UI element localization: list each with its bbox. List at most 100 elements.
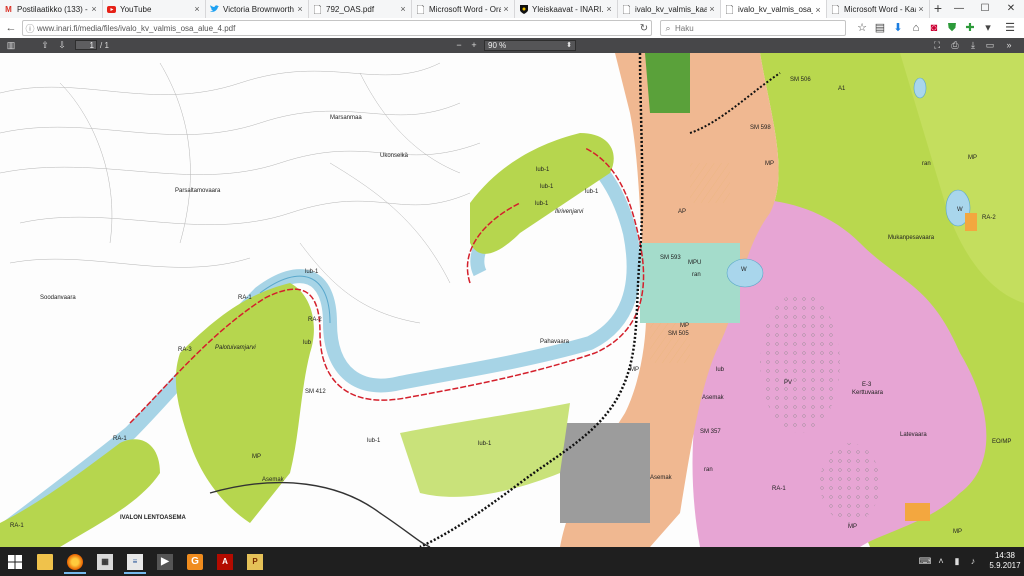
reload-button[interactable]: ↻	[637, 23, 651, 34]
close-tab-icon[interactable]: ×	[398, 4, 408, 14]
svg-text:ran: ran	[692, 272, 701, 278]
taskbar-app-g[interactable]: G	[180, 549, 210, 574]
svg-text:MP: MP	[630, 367, 639, 373]
close-tab-icon[interactable]: ×	[604, 4, 614, 14]
search-box[interactable]: ⌕	[660, 20, 846, 36]
close-tab-icon[interactable]: ×	[501, 4, 511, 14]
close-window-button[interactable]: ✕	[998, 0, 1024, 18]
document-icon	[725, 5, 734, 14]
zoom-out-button[interactable]: −	[452, 38, 466, 53]
contour-lines	[0, 62, 481, 324]
youtube-icon	[107, 5, 116, 14]
tab-word-kaava[interactable]: Microsoft Word - Kaava ×	[827, 0, 930, 18]
lake	[726, 258, 764, 288]
svg-text:RA-1: RA-1	[772, 486, 786, 492]
tab-ivalo-osa-alue[interactable]: ivalo_kv_valmis_osa_alue ×	[721, 0, 827, 19]
document-icon	[622, 4, 631, 14]
svg-text:lub: lub	[716, 367, 725, 373]
tab-gmail[interactable]: M Postilaatikko (133) - isos ×	[0, 0, 103, 18]
orange-parcel	[905, 503, 930, 521]
taskbar-media-player[interactable]: ▶	[150, 549, 180, 574]
minimize-button[interactable]: —	[946, 0, 972, 18]
tab-title: Victoria Brownworth (@	[223, 4, 295, 14]
print-icon[interactable]: ⎙	[948, 38, 962, 53]
map-label: Pahavaara	[540, 339, 570, 345]
green-parcel	[645, 53, 690, 113]
svg-text:MP: MP	[252, 454, 261, 460]
svg-text:MP: MP	[848, 524, 857, 530]
windows-taskbar: ▦ ≡ ▶ G A P ⌨ ˄ ▮ ♪ 14:38 5.9.2017	[0, 547, 1024, 576]
sidebar-toggle-icon[interactable]: ▥	[4, 38, 18, 53]
info-icon[interactable]: ⓘ	[23, 22, 37, 35]
tab-word-oravi[interactable]: Microsoft Word - Oravi-i ×	[412, 0, 515, 18]
taskbar-pdf-viewer[interactable]: P	[240, 549, 270, 574]
svg-text:AP: AP	[678, 209, 686, 215]
riverside-green-south	[400, 403, 570, 497]
close-tab-icon[interactable]: ×	[707, 4, 717, 14]
addon-icon[interactable]: ▾	[981, 21, 995, 35]
system-clock[interactable]: 14:38 5.9.2017	[988, 551, 1022, 571]
zoom-select[interactable]: 90 % ⬍	[484, 40, 576, 51]
volume-icon[interactable]: ♪	[966, 547, 980, 576]
gmail-icon: M	[5, 4, 12, 14]
tab-title: Yleiskaavat - INARI.FI	[532, 4, 604, 14]
presentation-mode-icon[interactable]: ⛶	[930, 38, 944, 53]
map-label: Soodanvaara	[40, 295, 76, 301]
bookmark-icon[interactable]: ▭	[983, 38, 997, 53]
new-tab-button[interactable]: +	[930, 1, 946, 17]
pdf-viewer-icon: P	[247, 553, 263, 570]
close-tab-icon[interactable]: ×	[295, 4, 305, 14]
save-icon[interactable]: ⤓	[966, 38, 980, 53]
svg-text:SM 412: SM 412	[305, 389, 326, 395]
svg-text:Asemak: Asemak	[702, 395, 725, 401]
back-button[interactable]: ←	[3, 20, 19, 36]
taskbar-firefox[interactable]	[60, 549, 90, 574]
svg-text:MP: MP	[680, 323, 689, 329]
extension-icon[interactable]: ✚	[963, 21, 977, 35]
taskbar-word[interactable]: ≡	[120, 549, 150, 574]
tab-twitter[interactable]: Victoria Brownworth (@ ×	[206, 0, 309, 18]
close-tab-icon[interactable]: ×	[89, 4, 99, 14]
previous-page-button[interactable]: ⇧	[38, 38, 52, 53]
tab-title: Postilaatikko (133) - isos	[17, 4, 89, 14]
close-tab-icon[interactable]: ×	[813, 5, 823, 15]
shield-icon[interactable]: ⛊	[945, 21, 959, 35]
reading-list-icon[interactable]: ▤	[873, 21, 887, 35]
star-icon[interactable]: ☆	[855, 21, 869, 35]
next-page-button[interactable]: ⇩	[55, 38, 69, 53]
pdf-map-viewer[interactable]: Soodanvaara Marsanmaa Parsaltamovaara Uk…	[0, 53, 1024, 547]
tab-792-oas[interactable]: 792_OAS.pdf ×	[309, 0, 412, 18]
tab-title: 792_OAS.pdf	[326, 4, 375, 14]
calculator-icon: ▦	[97, 553, 113, 570]
network-icon[interactable]: ▮	[950, 547, 964, 576]
svg-text:PV: PV	[784, 380, 792, 386]
search-input[interactable]	[675, 23, 835, 33]
close-tab-icon[interactable]: ×	[916, 4, 926, 14]
map-label: Ukonselkä	[380, 153, 409, 159]
tab-title: YouTube	[120, 4, 152, 14]
taskbar-file-explorer[interactable]	[30, 549, 60, 574]
search-icon: ⌕	[665, 22, 671, 33]
menu-icon[interactable]: ☰	[1003, 21, 1017, 35]
chevron-up-icon[interactable]: ˄	[934, 547, 948, 576]
tab-yleiskaavat[interactable]: Yleiskaavat - INARI.FI ×	[515, 0, 618, 18]
address-bar[interactable]: ⓘ www.inari.fi/media/files/ivalo_kv_valm…	[22, 20, 652, 36]
start-button[interactable]	[0, 549, 30, 574]
taskbar-acrobat[interactable]: A	[210, 549, 240, 574]
twitter-icon	[210, 5, 219, 14]
taskbar-calculator[interactable]: ▦	[90, 549, 120, 574]
pocket-icon[interactable]: ◙	[927, 21, 941, 35]
download-icon[interactable]: ⬇	[891, 21, 905, 35]
zoom-in-button[interactable]: +	[467, 38, 481, 53]
url-text: www.inari.fi/media/files/ivalo_kv_valmis…	[37, 23, 236, 33]
svg-text:SM 505: SM 505	[668, 331, 689, 337]
page-number-input[interactable]: 1	[75, 40, 97, 50]
home-icon[interactable]: ⌂	[909, 21, 923, 35]
tab-ivalo-kaavam[interactable]: ivalo_kv_valmis_kaavam ×	[618, 0, 721, 18]
tools-icon[interactable]: »	[1002, 38, 1016, 53]
svg-text:lub-1: lub-1	[478, 441, 492, 447]
tab-youtube[interactable]: YouTube ×	[103, 0, 206, 18]
maximize-button[interactable]: ☐	[972, 0, 998, 18]
keyboard-icon[interactable]: ⌨	[918, 547, 932, 576]
close-tab-icon[interactable]: ×	[192, 4, 202, 14]
